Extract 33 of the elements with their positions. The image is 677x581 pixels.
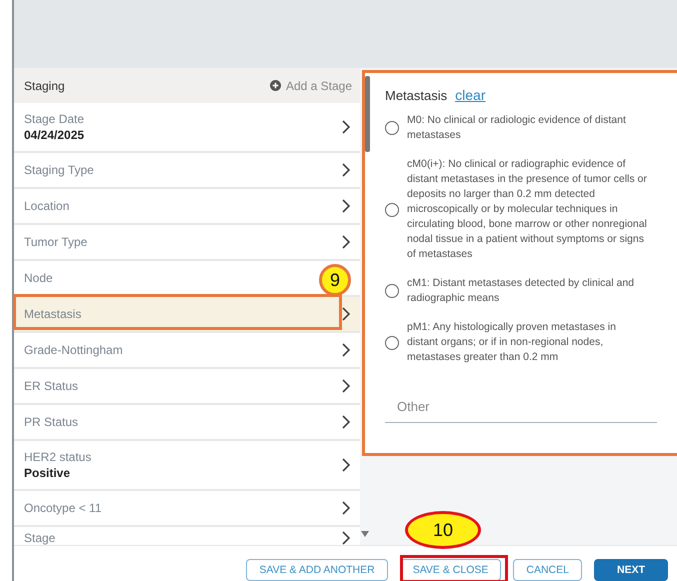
next-button[interactable]: NEXT [594,559,668,581]
radio-button[interactable] [385,121,399,135]
radio-button[interactable] [385,202,399,216]
item-label: Location [24,199,70,213]
scrollbar-thumb[interactable] [365,76,370,152]
action-button[interactable]: CANCEL [513,559,582,581]
item-value: Positive [24,466,72,480]
item-label: ER Status [24,379,78,393]
scroll-down-icon[interactable] [361,531,369,537]
option-text: cM0(i+): No clinical or radiographic evidence of distant metastases in the presence of tumor cells or deposits no larger than 0.2 mm detected microscopically or by molecular techniques in circulating blood, bone marrow or other nonregional nodal tissue in a patient without symptoms or signs of metastases [407,157,647,262]
item-label: Metastasis [24,307,82,321]
item-label: Oncotype < 11 [24,501,102,515]
staging-item[interactable]: Metastasis [14,297,360,333]
item-label: Staging Type [24,163,94,177]
plus-circle-icon [270,80,281,91]
item-label: Node [24,271,53,285]
item-label: PR Status [24,415,78,429]
item-label: HER2 status [24,450,92,464]
option-text: cM1: Distant metastases detected by clinical and radiographic means [407,276,636,306]
radio-button[interactable] [385,336,399,350]
panel-title: Metastasis [385,88,448,103]
add-stage-button[interactable]: Add a Stage [270,78,352,92]
item-value: 04/24/2025 [24,128,84,142]
radio-button[interactable] [385,284,399,298]
option-text: pM1: Any histologically proven metastases in distant organs; or if in non-regional nodes, metastases greater than 0.2 mm [407,320,617,365]
staging-title: Staging [24,78,65,92]
item-label: Stage [24,531,56,545]
item-label: Stage Date [24,112,84,126]
action-button[interactable]: SAVE & ADD ANOTHER [246,559,388,581]
item-label: Tumor Type [24,235,88,249]
option-text: M0: No clinical or radiologic evidence of distant metastases [407,113,627,143]
item-label: Grade-Nottingham [24,343,123,357]
clear-link[interactable]: clear [455,87,486,103]
